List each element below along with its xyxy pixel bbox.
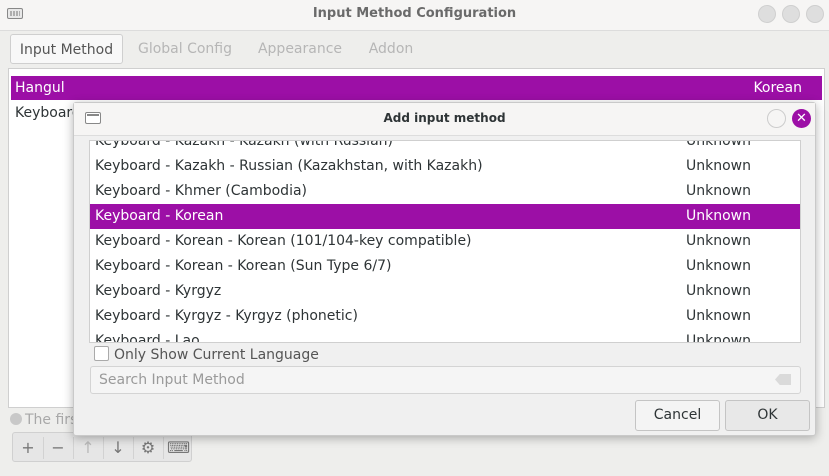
list-item-hangul[interactable]: Hangul Korean xyxy=(11,76,822,100)
tab-appearance[interactable]: Appearance xyxy=(250,34,350,64)
list-item[interactable]: Keyboard - Kazakh - Russian (Kazakhstan,… xyxy=(90,154,800,179)
keyboard-layout-icon[interactable]: ⌨ xyxy=(167,437,190,459)
tab-global-config[interactable]: Global Config xyxy=(130,34,240,64)
dialog-titlebar: Add input method ✕ xyxy=(74,103,815,136)
im-language: Korean xyxy=(753,80,802,96)
dialog-title: Add input method xyxy=(383,111,506,125)
move-down-icon[interactable]: ↓ xyxy=(107,437,129,459)
window-title: Input Method Configuration xyxy=(312,6,517,21)
main-window-titlebar: Input Method Configuration xyxy=(0,0,829,31)
list-item[interactable]: Keyboard - Kyrgyz Unknown xyxy=(90,279,800,304)
gear-icon[interactable]: ⚙ xyxy=(137,437,159,459)
add-icon[interactable]: + xyxy=(17,437,39,459)
search-input[interactable] xyxy=(90,366,801,394)
info-icon xyxy=(10,413,22,425)
remove-icon[interactable]: − xyxy=(47,437,69,459)
tab-input-method[interactable]: Input Method xyxy=(10,34,123,64)
cancel-button[interactable]: Cancel xyxy=(635,400,720,431)
tab-addon[interactable]: Addon xyxy=(360,34,422,64)
only-current-language-checkbox[interactable]: Only Show Current Language xyxy=(94,346,319,363)
checkbox-box[interactable] xyxy=(94,346,109,361)
separator xyxy=(103,437,104,459)
separator xyxy=(133,437,134,459)
dialog-minimize-button[interactable] xyxy=(767,109,786,128)
list-item[interactable]: Keyboard - Khmer (Cambodia) Unknown xyxy=(90,179,800,204)
im-toolbar: + − ↑ ↓ ⚙ ⌨ xyxy=(12,432,192,462)
minimize-button[interactable] xyxy=(758,5,776,23)
list-item-selected[interactable]: Keyboard - Korean Unknown xyxy=(90,204,800,229)
list-item[interactable]: Keyboard - Lao Unknown xyxy=(90,329,800,342)
move-up-icon[interactable]: ↑ xyxy=(77,437,99,459)
maximize-button[interactable] xyxy=(782,5,800,23)
checkbox-label: Only Show Current Language xyxy=(114,347,319,363)
hint-text: The first xyxy=(10,412,83,428)
separator xyxy=(73,437,74,459)
list-item[interactable]: Keyboard - Kyrgyz - Kyrgyz (phonetic) Un… xyxy=(90,304,800,329)
close-button[interactable] xyxy=(806,5,824,23)
im-name: Hangul xyxy=(15,80,65,96)
list-item[interactable]: Keyboard - Kazakh - Kazakh (with Russian… xyxy=(90,141,800,154)
list-item[interactable]: Keyboard - Korean - Korean (Sun Type 6/7… xyxy=(90,254,800,279)
list-item[interactable]: Keyboard - Korean - Korean (101/104-key … xyxy=(90,229,800,254)
available-input-methods-list[interactable]: Keyboard - Kazakh - Kazakh (with Russian… xyxy=(89,140,801,343)
add-input-method-dialog: Add input method ✕ Keyboard - Kazakh - K… xyxy=(73,102,816,436)
dialog-close-button[interactable]: ✕ xyxy=(792,109,811,128)
im-name: Keyboard xyxy=(15,105,81,121)
ok-button[interactable]: OK xyxy=(725,400,810,431)
separator xyxy=(43,437,44,459)
separator xyxy=(163,437,164,459)
